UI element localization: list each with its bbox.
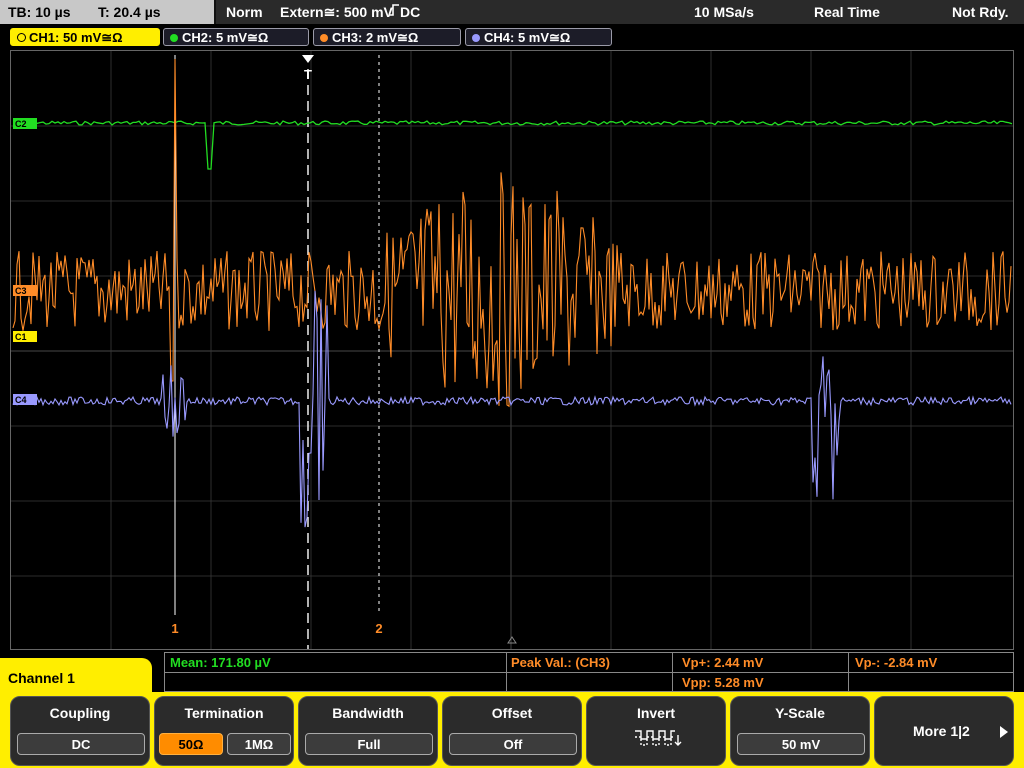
graticule [11, 51, 1013, 649]
yscale-title: Y-Scale [775, 705, 825, 721]
invert-title: Invert [636, 705, 676, 721]
timebase-value: TB: 10 µs [8, 4, 71, 20]
waveform-display[interactable]: T C2 C3 C1 C4 1 2 [10, 50, 1014, 650]
ch4-level-marker[interactable]: C4 [13, 394, 37, 405]
tab-ch2[interactable]: CH2: 5 mV≅Ω [163, 28, 309, 46]
trigger-arrow-icon[interactable] [302, 55, 314, 63]
offset-title: Offset [491, 705, 533, 721]
mean-measurement: Mean: 171.80 µV [170, 655, 271, 670]
more-title: More 1|2 [913, 723, 970, 739]
tab-ch2-label: CH2: 5 mV≅Ω [182, 30, 269, 45]
ch3-dot-icon [320, 34, 328, 42]
acquisition-status: Not Rdy. [952, 4, 1009, 20]
termination-softkey[interactable]: Termination 50Ω 1MΩ [154, 696, 294, 766]
coupling-softkey[interactable]: Coupling DC [10, 696, 150, 766]
ch4-dot-icon [472, 34, 480, 42]
sample-rate: 10 MSa/s [694, 4, 754, 20]
trigger-time-value: T: 20.4 µs [98, 4, 161, 20]
vp-minus-measurement: Vp-: -2.84 mV [855, 655, 938, 670]
ch3-marker-label: C3 [15, 286, 27, 296]
coupling-value[interactable]: DC [17, 733, 145, 755]
peak-value-label: Peak Val.: (CH3) [511, 655, 610, 670]
center-marker-icon [507, 636, 517, 644]
termination-title: Termination [184, 705, 264, 721]
cursor-1-label: 1 [171, 621, 178, 636]
trigger-edge-icon [388, 0, 400, 24]
ch3-level-marker[interactable]: C3 [13, 285, 37, 296]
coupling-title: Coupling [49, 705, 111, 721]
tab-ch1-label: CH1: 50 mV≅Ω [29, 30, 123, 45]
ch4-marker-label: C4 [15, 395, 27, 405]
trigger-coupling: DC [400, 4, 421, 20]
vp-plus-measurement: Vp+: 2.44 mV [682, 655, 764, 670]
ch2-trace [12, 120, 1013, 170]
termination-1mohm-option[interactable]: 1MΩ [227, 733, 291, 755]
vpp-measurement: Vpp: 5.28 mV [682, 675, 764, 690]
acquisition-mode: Real Time [814, 4, 880, 20]
more-softkey[interactable]: More 1|2 [874, 696, 1014, 766]
measurement-panel: Mean: 171.80 µV Peak Val.: (CH3) Vp+: 2.… [164, 652, 1014, 692]
ch2-marker-label: C2 [15, 119, 27, 129]
yscale-value[interactable]: 50 mV [737, 733, 865, 755]
ch3-trace [12, 58, 1012, 408]
bandwidth-title: Bandwidth [332, 705, 404, 721]
tab-ch3[interactable]: CH3: 2 mV≅Ω [313, 28, 461, 46]
bandwidth-softkey[interactable]: Bandwidth Full [298, 696, 438, 766]
status-bar: TB: 10 µs T: 20.4 µs Norm Extern≅: 500 m… [0, 0, 1024, 24]
tab-ch4-label: CH4: 5 mV≅Ω [484, 30, 571, 45]
ch2-dot-icon [170, 34, 178, 42]
bandwidth-value[interactable]: Full [305, 733, 433, 755]
invert-waveform-icon [635, 730, 682, 746]
tab-ch4[interactable]: CH4: 5 mV≅Ω [465, 28, 612, 46]
ch4-trace [12, 290, 1012, 528]
cursor-2-label: 2 [375, 621, 382, 636]
trigger-marker-label: T [304, 67, 312, 82]
ch1-marker-label: C1 [15, 332, 27, 342]
trigger-panel[interactable]: Norm Extern≅: 500 mV DC 10 MSa/s Real Ti… [216, 0, 1024, 24]
offset-softkey[interactable]: Offset Off [442, 696, 582, 766]
tab-ch3-label: CH3: 2 mV≅Ω [332, 30, 419, 45]
offset-value[interactable]: Off [449, 733, 577, 755]
trigger-source: Extern≅: 500 mV [280, 4, 393, 20]
ch1-circle-icon [17, 33, 26, 42]
waveform-canvas: T C2 C3 C1 C4 1 2 [11, 51, 1013, 649]
yscale-softkey[interactable]: Y-Scale 50 mV [730, 696, 870, 766]
tab-ch1[interactable]: CH1: 50 mV≅Ω [10, 28, 160, 46]
termination-50ohm-option[interactable]: 50Ω [159, 733, 223, 755]
ch2-level-marker[interactable]: C2 [13, 118, 37, 129]
trigger-mode: Norm [226, 4, 263, 20]
timebase-panel[interactable]: TB: 10 µs T: 20.4 µs [0, 0, 214, 24]
ch1-level-marker[interactable]: C1 [13, 331, 37, 342]
more-arrow-icon [1000, 726, 1008, 738]
invert-softkey[interactable]: Invert [586, 696, 726, 766]
